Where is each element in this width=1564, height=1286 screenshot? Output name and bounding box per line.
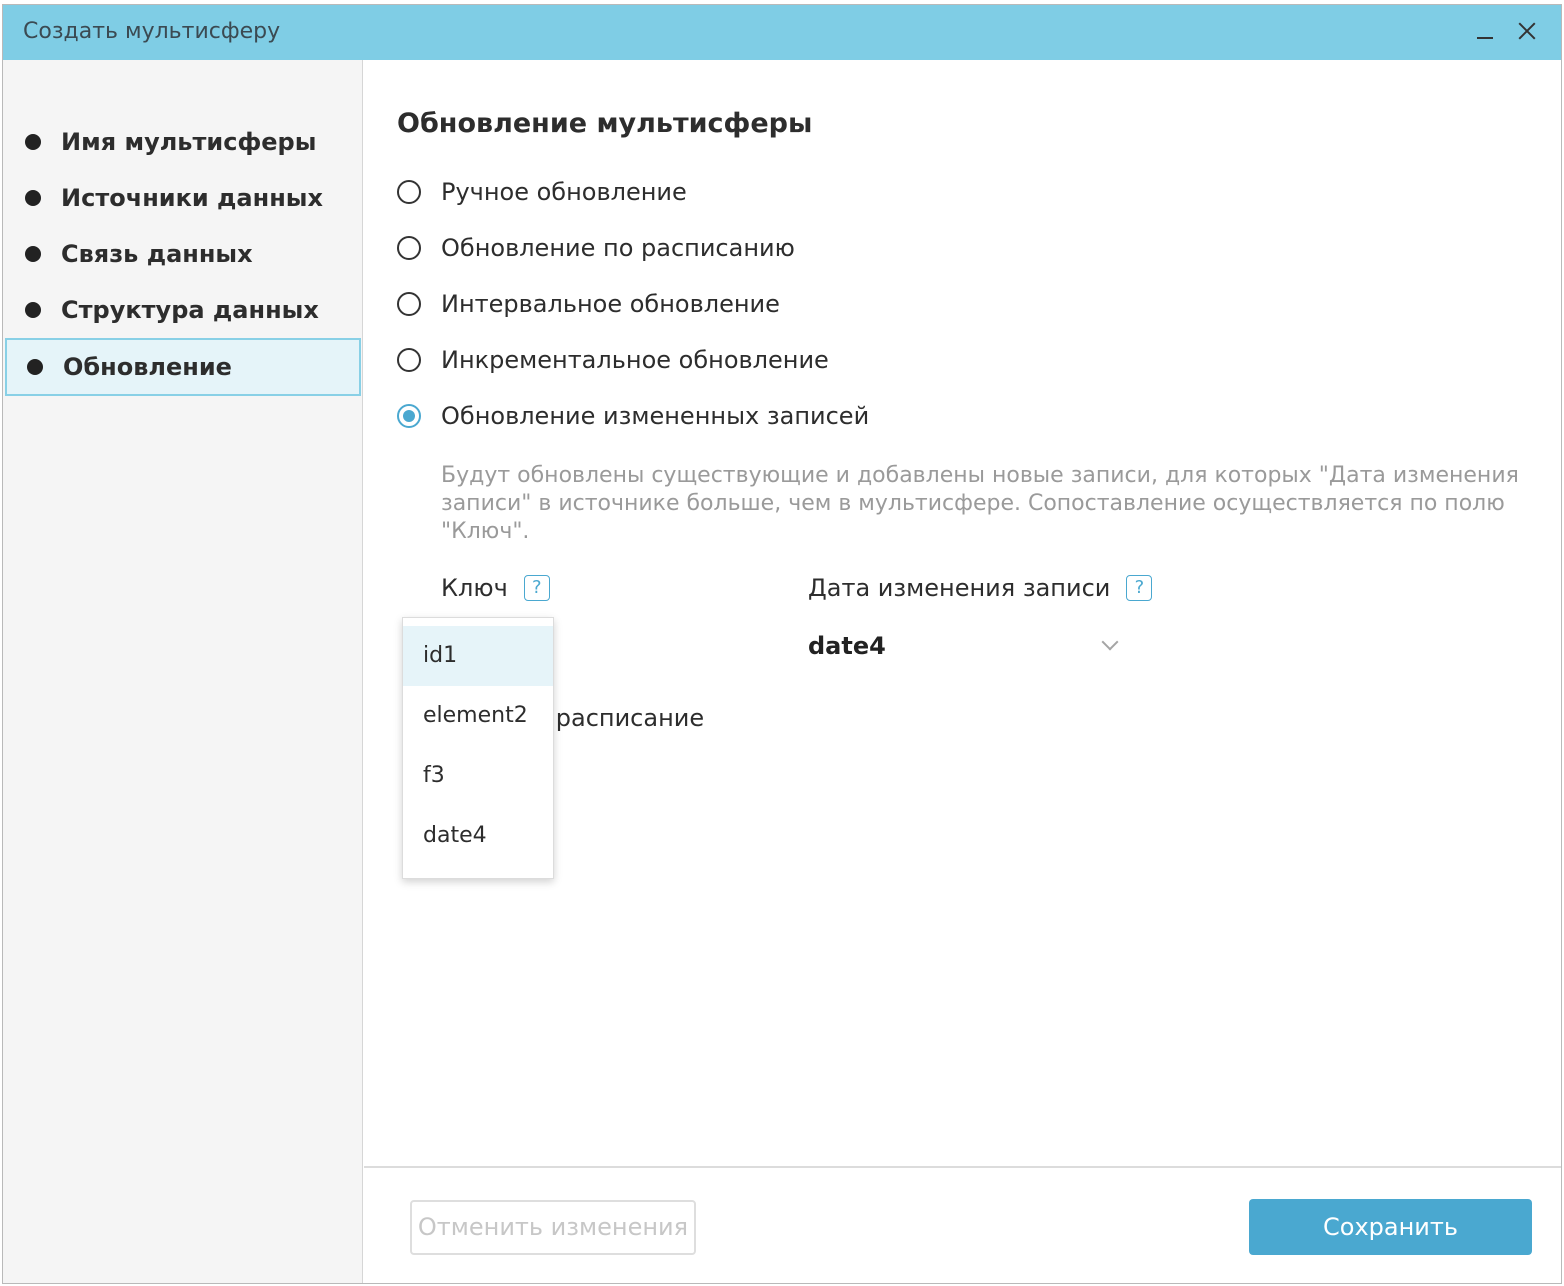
- cancel-changes-button[interactable]: Отменить изменения: [410, 1200, 696, 1255]
- key-field-label: Ключ: [441, 574, 508, 602]
- sidebar-item-data-structure[interactable]: Структура данных: [3, 282, 363, 338]
- close-icon[interactable]: [1511, 15, 1543, 47]
- step-bullet-icon: [25, 302, 41, 318]
- sidebar-item-data-sources[interactable]: Источники данных: [3, 170, 363, 226]
- chevron-down-icon[interactable]: [1101, 633, 1119, 651]
- key-field-label-group: Ключ ?: [441, 574, 550, 602]
- title-bar: Создать мультисферу: [3, 5, 1561, 60]
- step-bullet-icon: [27, 359, 43, 375]
- help-icon[interactable]: ?: [523, 575, 550, 601]
- help-icon[interactable]: ?: [1126, 575, 1153, 601]
- minimize-icon[interactable]: [1469, 15, 1501, 47]
- radio-label: Интервальное обновление: [441, 290, 780, 318]
- date-field-select[interactable]: date4: [808, 632, 886, 660]
- dropdown-option[interactable]: date4: [403, 806, 553, 866]
- date-field-label: Дата изменения записи: [808, 574, 1111, 602]
- radio-scheduled-update[interactable]: Обновление по расписанию: [397, 228, 795, 268]
- radio-interval-update[interactable]: Интервальное обновление: [397, 284, 780, 324]
- footer-divider: [364, 1166, 1561, 1168]
- dropdown-option[interactable]: element2: [403, 686, 553, 746]
- sidebar-item-data-link[interactable]: Связь данных: [3, 226, 363, 282]
- sidebar-item-label: Обновление: [63, 353, 232, 381]
- radio-manual-update[interactable]: Ручное обновление: [397, 172, 687, 212]
- radio-incremental-update[interactable]: Инкрементальное обновление: [397, 340, 829, 380]
- sidebar-item-update[interactable]: Обновление: [5, 338, 361, 396]
- radio-label: Обновление по расписанию: [441, 234, 795, 262]
- page-title: Обновление мультисферы: [397, 108, 813, 139]
- dropdown-option[interactable]: f3: [403, 746, 553, 806]
- step-bullet-icon: [25, 246, 41, 262]
- main-content: Обновление мультисферы Ручное обновление…: [364, 60, 1561, 1283]
- create-multisphere-dialog: Создать мультисферу Имя мультисферы Исто…: [2, 4, 1562, 1284]
- radio-label: Ручное обновление: [441, 178, 687, 206]
- step-bullet-icon: [25, 134, 41, 150]
- radio-button[interactable]: [397, 236, 421, 260]
- update-hint-text: Будут обновлены существующие и добавлены…: [441, 463, 1519, 544]
- dropdown-option[interactable]: id1: [403, 626, 553, 686]
- radio-changed-records-update[interactable]: Обновление измененных записей: [397, 396, 869, 436]
- sidebar-item-multisphere-name[interactable]: Имя мультисферы: [3, 114, 363, 170]
- radio-button-selected[interactable]: [397, 404, 421, 428]
- radio-label: Инкрементальное обновление: [441, 346, 829, 374]
- steps-sidebar: Имя мультисферы Источники данных Связь д…: [3, 60, 363, 1283]
- sidebar-item-label: Связь данных: [61, 240, 253, 268]
- step-bullet-icon: [25, 190, 41, 206]
- key-dropdown-menu: id1 element2 f3 date4: [402, 617, 554, 879]
- radio-button[interactable]: [397, 292, 421, 316]
- save-button[interactable]: Сохранить: [1249, 1199, 1532, 1255]
- radio-button[interactable]: [397, 348, 421, 372]
- sidebar-item-label: Структура данных: [61, 296, 319, 324]
- window-title: Создать мультисферу: [23, 19, 281, 44]
- radio-label: Обновление измененных записей: [441, 402, 870, 430]
- date-field-label-group: Дата изменения записи ?: [808, 574, 1153, 602]
- sidebar-item-label: Источники данных: [61, 184, 323, 212]
- sidebar-item-label: Имя мультисферы: [61, 128, 317, 156]
- radio-button[interactable]: [397, 180, 421, 204]
